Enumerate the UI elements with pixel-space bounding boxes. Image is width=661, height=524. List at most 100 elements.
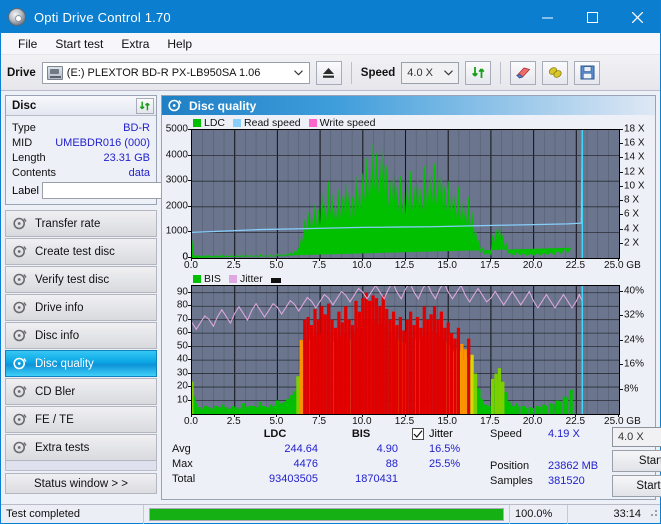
test-speed-value: 4.0 X: [618, 431, 644, 443]
progress-percent: 100.0%: [510, 504, 568, 524]
menu-item-help[interactable]: Help: [158, 35, 201, 53]
chart-bis-plot[interactable]: [191, 285, 620, 415]
refresh-button[interactable]: [465, 60, 492, 85]
resize-grip[interactable]: [646, 505, 660, 524]
y2-tick-label: 4 X: [624, 223, 640, 235]
y-tick-label: 60: [176, 326, 188, 338]
eraser-icon: [516, 67, 531, 79]
legend-item-write-speed: Write speed: [308, 117, 376, 129]
disc-refresh-button[interactable]: [136, 97, 154, 114]
sidebar-item-label: Verify test disc: [35, 273, 110, 286]
x-tick-label: 2.5: [226, 416, 241, 427]
chart-ldc-yaxis: 0 1000 2000 3000 4000 5000 0: [165, 124, 191, 263]
drive-label: Drive: [7, 66, 36, 79]
window-controls: [525, 1, 660, 33]
sidebar-item-verify-test-disc[interactable]: Verify test disc: [5, 266, 157, 293]
drive-select[interactable]: (E:) PLEXTOR BD-R PX-LB950SA 1.06: [41, 61, 310, 84]
erase-button[interactable]: [510, 60, 537, 85]
chart-ldc-plot[interactable]: [191, 129, 620, 259]
menu-item-file[interactable]: File: [9, 35, 46, 53]
x-tick-label: 2.5: [226, 260, 241, 271]
x-tick-label: 10.0: [352, 416, 372, 427]
sidebar-item-fe-te[interactable]: FE / TE: [5, 406, 157, 433]
y2-tick-label: 2 X: [624, 237, 640, 249]
disc-panel-title: Disc: [12, 99, 37, 112]
eject-button[interactable]: [315, 60, 342, 85]
y2-tick-label: 14 X: [624, 151, 645, 163]
sidebar-item-disc-info[interactable]: Disc info: [5, 322, 157, 349]
y2-tick-label: 40%: [624, 285, 645, 297]
y2-tick-label: 10 X: [624, 180, 645, 192]
spacer-row: [490, 441, 612, 458]
sidebar: Disc Type BD-R MID UMEBDR016 (000) Lengt…: [5, 95, 243, 500]
chart-bis: BIS Jitter 10 20 30 40 50 60 70 80 90 8% 16% 24% 32…: [165, 273, 652, 429]
chevron-down-icon: [291, 68, 307, 78]
disc-row-value: UMEBDR016 (000): [55, 136, 150, 149]
legend-item-ldc: LDC: [193, 117, 225, 129]
y-tick-label: 90: [176, 286, 188, 298]
disc-row-contents: Contents data: [12, 165, 150, 180]
start-part-button[interactable]: Start part: [612, 475, 661, 497]
chevron-down-icon: [440, 68, 456, 78]
sidebar-item-cd-bler[interactable]: CD Bler: [5, 378, 157, 405]
x-tick-label: 15.0: [437, 260, 457, 271]
jitter-checkbox[interactable]: [412, 427, 424, 440]
disc-panel-header: Disc: [6, 96, 156, 116]
y2-tick-label: 16 X: [624, 137, 645, 149]
title-bar: Opti Drive Control 1.70: [1, 1, 660, 33]
y-tick-label: 20: [176, 380, 188, 392]
sidebar-item-disc-quality[interactable]: Disc quality: [5, 350, 157, 377]
status-bar: Test completed 100.0% 33:14: [1, 504, 660, 524]
stats-row-total: Total 93403505 1870431: [172, 471, 412, 486]
menu-item-extra[interactable]: Extra: [112, 35, 158, 53]
position-value: 23862 MB: [548, 459, 599, 472]
maximize-button[interactable]: [570, 1, 615, 33]
test-speed-select[interactable]: 4.0 X: [612, 427, 661, 447]
sidebar-item-transfer-rate[interactable]: Transfer rate: [5, 210, 157, 237]
sidebar-item-label: Create test disc: [35, 245, 115, 258]
close-button[interactable]: [615, 1, 660, 33]
window-title: Opti Drive Control 1.70: [34, 9, 171, 25]
status-window-button[interactable]: Status window > >: [5, 473, 157, 494]
position-label: Position: [490, 459, 530, 472]
y-tick-label: 1000: [165, 225, 188, 237]
bitsetting-button[interactable]: [542, 60, 569, 85]
minimize-button[interactable]: [525, 1, 570, 33]
eject-icon: [323, 67, 335, 78]
refresh-icon: [471, 67, 485, 78]
y-tick-label: 3000: [165, 174, 188, 186]
y2-tick-label: 18 X: [624, 123, 645, 135]
disc-info-rows: Type BD-R MID UMEBDR016 (000) Length 23.…: [6, 116, 243, 204]
speed-label: Speed: [360, 66, 396, 79]
charts-area: LDC Read speed Write speed 0 1000 2000 3000…: [162, 115, 655, 427]
disc-panel: Disc Type BD-R MID UMEBDR016 (000) Lengt…: [5, 95, 243, 205]
disc-row-key: MID: [12, 136, 33, 149]
disc-test-icon: [168, 99, 183, 113]
disc-row-length: Length 23.31 GB: [12, 150, 150, 165]
chart-bis-yaxis: 10 20 30 40 50 60 70 80 90: [165, 285, 191, 415]
legend-item-jitter: Jitter: [228, 273, 263, 285]
y2-tick-label: 24%: [624, 334, 645, 346]
drive-icon: [46, 65, 63, 80]
sidebar-item-label: Drive info: [35, 301, 84, 314]
x-tick-label: 7.5: [312, 416, 327, 427]
y-tick-label: 80: [176, 299, 188, 311]
x-tick-label: 25.0 GB: [604, 416, 641, 427]
sidebar-item-create-test-disc[interactable]: Create test disc: [5, 238, 157, 265]
start-full-button[interactable]: Start full: [612, 450, 661, 472]
y2-tick-label: 8%: [624, 383, 639, 395]
toolbar-divider-1: [350, 61, 352, 84]
app-window: Opti Drive Control 1.70 File Start test …: [0, 0, 661, 524]
menu-item-start-test[interactable]: Start test: [46, 35, 112, 53]
sidebar-item-extra-tests[interactable]: Extra tests: [5, 434, 157, 461]
samples-value: 381520: [548, 474, 585, 487]
sidebar-item-drive-info[interactable]: Drive info: [5, 294, 157, 321]
drive-toolbar: Drive (E:) PLEXTOR BD-R PX-LB950SA 1.06 …: [1, 55, 660, 91]
speed-select[interactable]: 4.0 X: [401, 61, 460, 84]
disc-row-key: Contents: [12, 166, 57, 179]
stats-ldc-value: 93403505: [269, 472, 318, 485]
y-tick-label: 50: [176, 340, 188, 352]
stats-ldc-value: 244.64: [284, 442, 318, 455]
x-tick-label: 12.5: [394, 416, 415, 427]
save-button[interactable]: [574, 60, 601, 85]
